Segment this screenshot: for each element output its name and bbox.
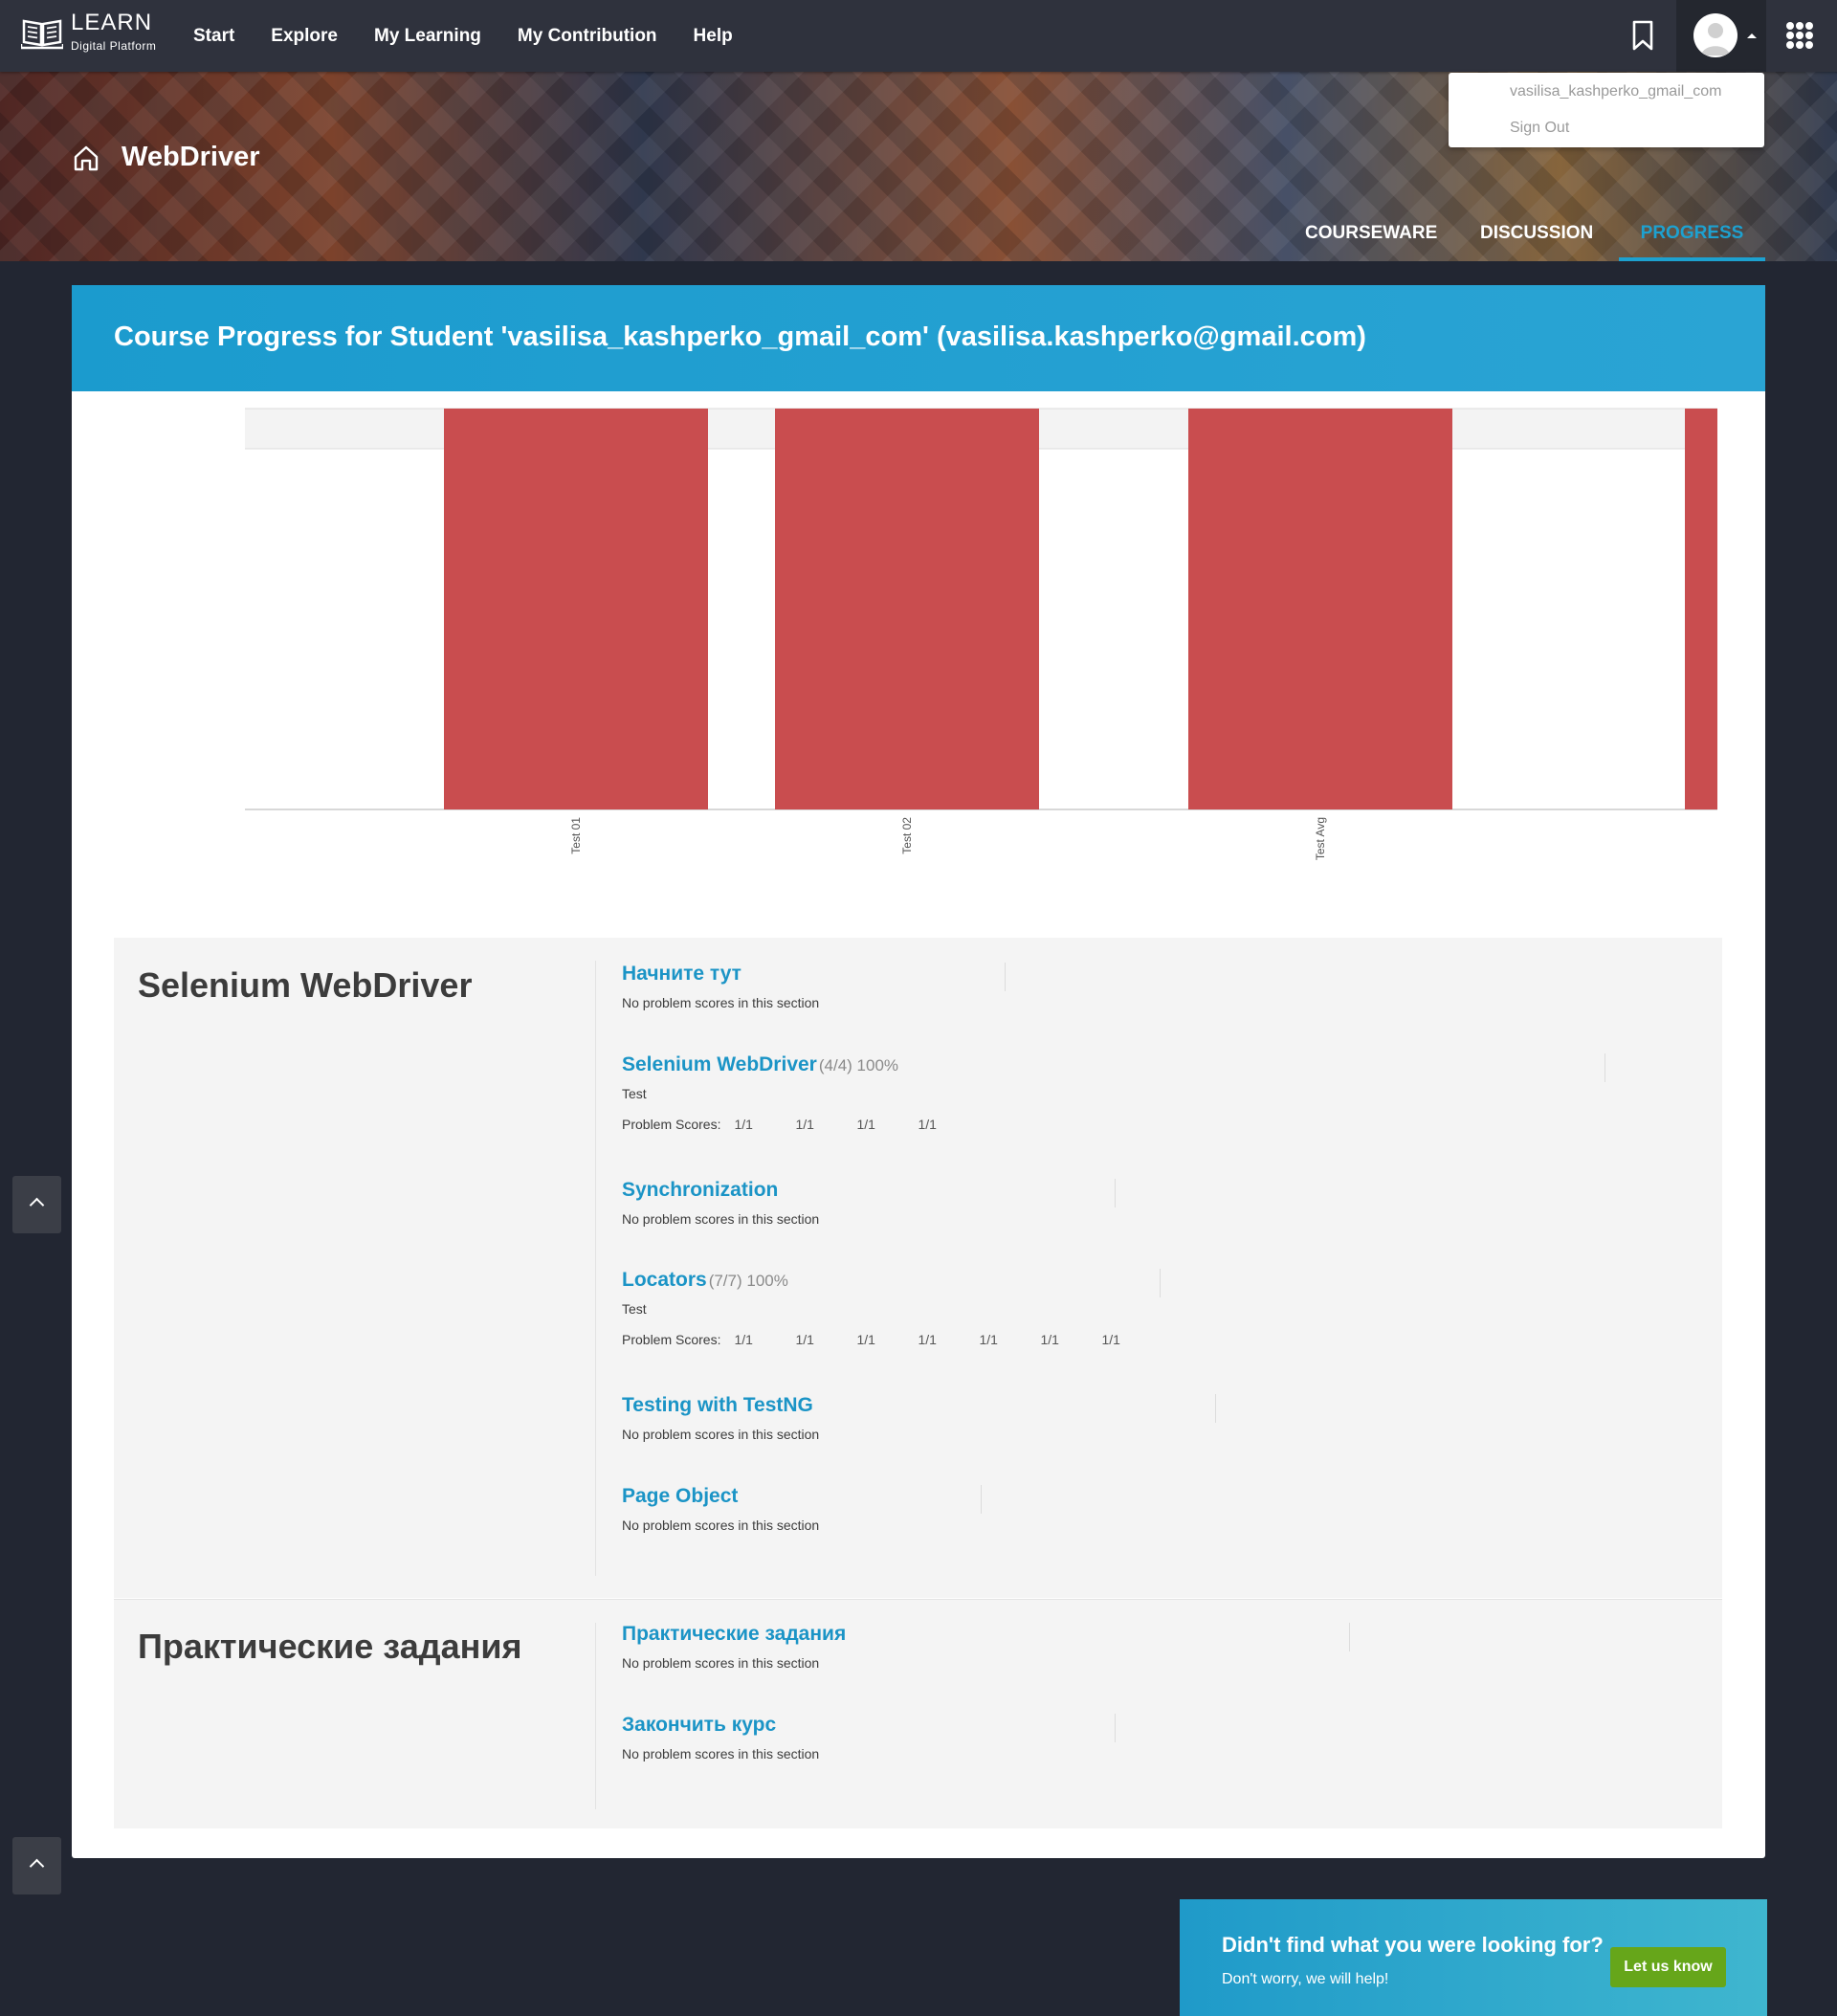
problem-score[interactable]: 1/1 xyxy=(918,1332,979,1347)
grade-chart: Test 01 Test 02 Test Avg xyxy=(72,391,1765,889)
chart-bar xyxy=(1188,409,1452,809)
apps-grid-icon[interactable] xyxy=(1786,22,1813,49)
section-link[interactable]: Selenium WebDriver xyxy=(622,1053,817,1075)
scroll-up-button[interactable] xyxy=(12,1176,61,1233)
course-title: WebDriver xyxy=(122,142,260,172)
section-link[interactable]: Практические задания xyxy=(622,1623,846,1645)
section-link[interactable]: Locators xyxy=(622,1269,707,1291)
bookmark-icon[interactable] xyxy=(1629,19,1656,52)
section-note: No problem scores in this section xyxy=(622,1655,820,1671)
book-logo-icon xyxy=(21,19,63,50)
sign-out-link[interactable]: Sign Out xyxy=(1510,120,1569,137)
dropdown-username[interactable]: vasilisa_kashperko_gmail_com xyxy=(1510,83,1721,100)
section-item: Закончить курс No problem scores in this… xyxy=(622,1714,1116,1761)
progress-title: Course Progress for Student 'vasilisa_ka… xyxy=(114,321,1366,352)
tab-courseware[interactable]: COURSEWARE xyxy=(1305,223,1437,261)
main-nav: Start Explore My Learning My Contributio… xyxy=(175,0,751,72)
let-us-know-button[interactable]: Let us know xyxy=(1610,1947,1726,1987)
section-item: Практические задания No problem scores i… xyxy=(622,1623,1350,1671)
section-link[interactable]: Page Object xyxy=(622,1485,738,1507)
brand-subtitle: Digital Platform xyxy=(71,39,157,53)
problem-score[interactable]: 1/1 xyxy=(979,1332,1040,1347)
section-note: No problem scores in this section xyxy=(622,1746,820,1761)
problem-score[interactable]: 1/1 xyxy=(795,1117,856,1132)
section-item: Начните тут No problem scores in this se… xyxy=(622,963,1006,1010)
caret-up-icon xyxy=(1747,33,1757,38)
problem-score[interactable]: 1/1 xyxy=(1040,1332,1101,1347)
avatar xyxy=(1693,13,1737,57)
problem-scores-label: Problem Scores: xyxy=(622,1117,721,1132)
problem-score[interactable]: 1/1 xyxy=(734,1332,795,1347)
user-dropdown: vasilisa_kashperko_gmail_com Sign Out xyxy=(1449,73,1764,147)
chart-bar xyxy=(444,409,708,809)
section-link[interactable]: Synchronization xyxy=(622,1179,778,1201)
chapter-practice: Практические задания Практические задани… xyxy=(114,1599,1722,1828)
nav-my-contribution[interactable]: My Contribution xyxy=(518,26,657,47)
nav-explore[interactable]: Explore xyxy=(271,26,338,47)
top-navigation: LEARN Digital Platform Start Explore My … xyxy=(0,0,1837,72)
chart-bar-partial xyxy=(1685,409,1717,809)
chapter-selenium-webdriver: Selenium WebDriver Начните тут No proble… xyxy=(114,938,1722,1598)
help-subtitle: Don't worry, we will help! xyxy=(1222,1971,1389,1987)
help-title: Didn't find what you were looking for? xyxy=(1222,1933,1604,1957)
section-link[interactable]: Testing with TestNG xyxy=(622,1394,813,1416)
problem-score[interactable]: 1/1 xyxy=(918,1117,979,1132)
problem-score[interactable]: 1/1 xyxy=(856,1117,918,1132)
section-note: No problem scores in this section xyxy=(622,1427,820,1442)
chapter-title: Практические задания xyxy=(138,1627,522,1666)
problem-scores-label: Problem Scores: xyxy=(622,1332,721,1347)
section-score: (7/7) 100% xyxy=(708,1272,788,1290)
problem-scores: Problem Scores: 1/1 1/1 1/1 1/1 xyxy=(622,1117,979,1132)
section-test-label: Test xyxy=(622,1301,647,1317)
section-item: Locators (7/7) 100% Test Problem Scores: … xyxy=(622,1269,1161,1347)
section-note: No problem scores in this section xyxy=(622,1518,820,1533)
grade-chart-svg: Test 01 Test 02 Test Avg xyxy=(245,408,1717,860)
section-link[interactable]: Начните тут xyxy=(622,963,741,985)
problem-scores: Problem Scores: 1/1 1/1 1/1 1/1 1/1 1/1 … xyxy=(622,1332,1162,1347)
tab-discussion[interactable]: DISCUSSION xyxy=(1480,223,1593,261)
nav-my-learning[interactable]: My Learning xyxy=(374,26,481,47)
user-menu-toggle[interactable] xyxy=(1676,0,1766,72)
section-item: Selenium WebDriver (4/4) 100% Test Proble… xyxy=(622,1053,1605,1132)
section-item: Testing with TestNG No problem scores in… xyxy=(622,1394,1216,1442)
progress-card: Course Progress for Student 'vasilisa_ka… xyxy=(72,285,1765,1858)
chart-bar xyxy=(775,409,1039,809)
nav-start[interactable]: Start xyxy=(193,26,234,47)
section-note: No problem scores in this section xyxy=(622,995,820,1010)
brand-title: LEARN xyxy=(71,10,153,35)
problem-score[interactable]: 1/1 xyxy=(856,1332,918,1347)
section-note: No problem scores in this section xyxy=(622,1211,820,1227)
section-item: Synchronization No problem scores in thi… xyxy=(622,1179,1116,1227)
help-banner: Didn't find what you were looking for? D… xyxy=(1180,1899,1767,2016)
nav-help[interactable]: Help xyxy=(694,26,733,47)
problem-score[interactable]: 1/1 xyxy=(1101,1332,1162,1347)
home-icon[interactable] xyxy=(72,144,100,172)
chart-tick-label: Test 02 xyxy=(900,817,914,854)
section-link[interactable]: Закончить курс xyxy=(622,1714,776,1736)
chart-tick-label: Test 01 xyxy=(569,817,583,854)
tab-progress[interactable]: PROGRESS xyxy=(1619,223,1765,261)
problem-score[interactable]: 1/1 xyxy=(734,1117,795,1132)
section-item: Page Object No problem scores in this se… xyxy=(622,1485,982,1533)
progress-header: Course Progress for Student 'vasilisa_ka… xyxy=(72,285,1765,391)
section-test-label: Test xyxy=(622,1086,647,1101)
chart-tick-label: Test Avg xyxy=(1314,817,1327,860)
scroll-to-top-button[interactable] xyxy=(12,1837,61,1894)
brand-logo[interactable]: LEARN Digital Platform xyxy=(21,11,156,52)
chapter-title: Selenium WebDriver xyxy=(138,965,473,1005)
problem-score[interactable]: 1/1 xyxy=(795,1332,856,1347)
section-score: (4/4) 100% xyxy=(818,1056,899,1074)
